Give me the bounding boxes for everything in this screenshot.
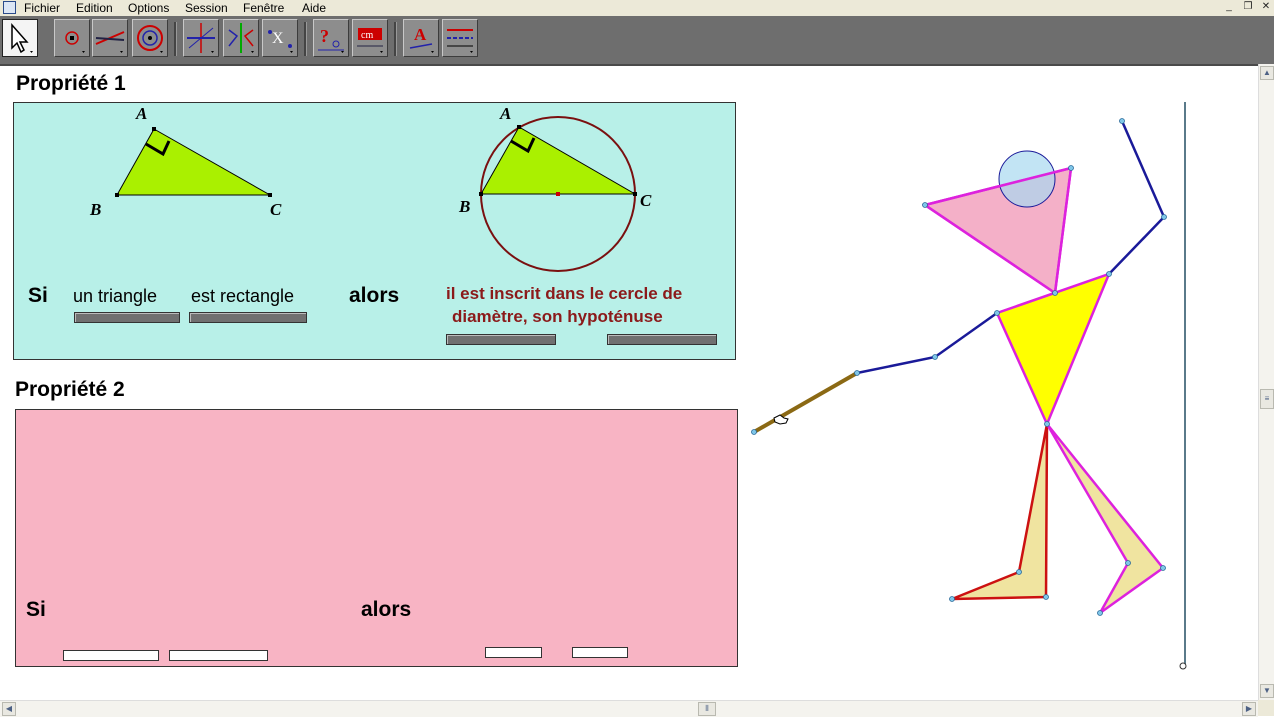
menu-bar: Fichier Edition Options Session Fenêtre … (0, 0, 1274, 16)
measure-tool[interactable]: cm (352, 19, 388, 57)
answer-slot[interactable] (74, 312, 180, 323)
answer-slot[interactable] (63, 650, 159, 661)
answer-slot[interactable] (485, 647, 542, 658)
figure-right-leg[interactable] (1045, 423, 1165, 615)
alors-label: alors (361, 598, 412, 621)
pointer-tool[interactable] (2, 19, 38, 57)
point-a[interactable] (517, 125, 521, 129)
transformation-tool[interactable] (223, 19, 259, 57)
figure-right-arm[interactable] (1108, 120, 1166, 275)
prop2-title: Propriété 2 (15, 378, 125, 401)
point-c[interactable] (633, 192, 637, 196)
macro-tool[interactable]: X (262, 19, 298, 57)
svg-text:X: X (272, 30, 284, 47)
si-label: Si (28, 284, 48, 307)
scroll-right-icon[interactable]: ▶ (1242, 702, 1256, 716)
circle-center[interactable] (556, 192, 560, 196)
answer-slot[interactable] (446, 334, 556, 345)
toolbar-separator (174, 22, 177, 56)
toolbar-separator (304, 22, 307, 56)
prop2-panel: Si alors (15, 409, 738, 667)
label-b: B (89, 200, 101, 219)
svg-text:?: ? (320, 26, 329, 46)
minimize-icon[interactable]: _ (1223, 2, 1235, 13)
si-label: Si (26, 598, 46, 621)
figure-left-arm[interactable] (856, 311, 998, 375)
horizontal-scrollbar[interactable]: ◀ ⦀ ▶ (0, 700, 1258, 717)
conclusion-line-2[interactable]: diamètre, son hypoténuse (452, 307, 663, 327)
menu-session[interactable]: Session (185, 0, 228, 16)
figure-baton[interactable] (753, 371, 858, 434)
label-c: C (640, 191, 652, 210)
display-tool[interactable]: A (403, 19, 439, 57)
answer-slot[interactable] (607, 334, 717, 345)
answer-slot[interactable] (169, 650, 268, 661)
toolbar-separator (394, 22, 397, 56)
point-a[interactable] (152, 127, 156, 131)
label-c: C (270, 200, 282, 219)
scroll-corner (1258, 700, 1274, 716)
scroll-thumb[interactable]: ≡ (1260, 389, 1274, 409)
prop1-panel: A B C A B C Si un triangle est rectangle… (13, 102, 736, 360)
app-icon[interactable] (3, 1, 16, 14)
prop1-title: Propriété 1 (16, 72, 126, 95)
line-icon (95, 31, 125, 53)
stick-figure-drawing (751, 102, 1187, 670)
circle-icon (137, 25, 163, 53)
menu-edition[interactable]: Edition (76, 0, 113, 16)
point-b[interactable] (479, 192, 483, 196)
menu-fenetre[interactable]: Fenêtre (243, 0, 284, 16)
alors-label: alors (349, 284, 400, 307)
scroll-up-icon[interactable]: ▲ (1260, 66, 1274, 80)
right-triangle-right[interactable] (480, 126, 637, 195)
line-tool[interactable] (92, 19, 128, 57)
label-a-icon: A (409, 25, 434, 53)
property-tool[interactable]: ? (313, 19, 349, 57)
scroll-down-icon[interactable]: ▼ (1260, 684, 1274, 698)
phrase-est-rectangle[interactable]: est rectangle (191, 286, 294, 307)
label-b: B (458, 197, 470, 216)
menu-options[interactable]: Options (128, 0, 169, 16)
toolbar: X ? cm A (0, 16, 1274, 66)
close-icon[interactable]: ✕ (1260, 2, 1272, 13)
scroll-thumb[interactable]: ⦀ (698, 702, 716, 716)
conclusion-line-1[interactable]: il est inscrit dans le cercle de (446, 284, 682, 304)
scroll-left-icon[interactable]: ◀ (2, 702, 16, 716)
answer-slot[interactable] (189, 312, 307, 323)
right-triangle-left[interactable] (116, 128, 272, 196)
svg-text:A: A (414, 25, 427, 44)
perpendicular-icon (187, 23, 215, 53)
arrow-pointer-icon (11, 23, 33, 54)
answer-slot[interactable] (572, 647, 628, 658)
attributes-icon (447, 29, 473, 53)
symmetry-icon (228, 23, 254, 53)
point-b[interactable] (115, 193, 119, 197)
measure-cm-icon: cm (357, 28, 383, 53)
curve-tool[interactable] (132, 19, 168, 57)
point-c[interactable] (268, 193, 272, 197)
question-icon: ? (318, 26, 344, 53)
point-icon (65, 31, 85, 53)
menu-aide[interactable]: Aide (302, 0, 326, 16)
phrase-un-triangle[interactable]: un triangle (73, 286, 157, 307)
point-tool[interactable] (54, 19, 90, 57)
svg-text:cm: cm (361, 30, 373, 41)
label-a: A (135, 104, 147, 123)
menu-fichier[interactable]: Fichier (24, 0, 60, 16)
vertical-scrollbar[interactable]: ▲ ≡ ▼ (1258, 64, 1274, 700)
drawing-tool[interactable] (442, 19, 478, 57)
macro-icon: X (268, 30, 293, 53)
figure-left-leg[interactable] (951, 423, 1049, 601)
restore-icon[interactable]: ❐ (1242, 2, 1254, 13)
figure-body[interactable] (995, 271, 1112, 428)
label-a: A (499, 104, 511, 123)
guide-endpoint[interactable] (1179, 662, 1187, 670)
construction-tool[interactable] (183, 19, 219, 57)
hand-cursor-icon (773, 414, 789, 425)
